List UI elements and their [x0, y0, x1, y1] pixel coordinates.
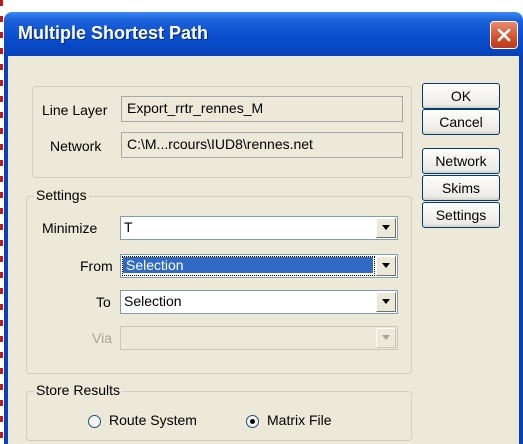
store-results-group-label: Store Results	[34, 382, 123, 398]
line-layer-value: Export_rrtr_rennes_M	[127, 100, 264, 116]
to-dropdown[interactable]: Selection	[120, 290, 398, 314]
network-value: C:\M...rcours\IUD8\rennes.net	[127, 136, 313, 152]
route-system-radio[interactable]	[88, 415, 101, 428]
from-label: From	[80, 258, 113, 274]
skims-button[interactable]: Skims	[422, 175, 500, 201]
close-button[interactable]	[490, 21, 518, 49]
minimize-label: Minimize	[42, 220, 98, 236]
network-button[interactable]: Network	[422, 148, 500, 174]
via-label: Via	[92, 330, 112, 346]
from-value: Selection	[123, 257, 373, 273]
background-edge	[0, 0, 3, 444]
route-system-label[interactable]: Route System	[109, 412, 197, 428]
chevron-down-icon	[382, 335, 390, 340]
minimize-dropdown[interactable]: T	[120, 216, 398, 240]
radio-selected-dot	[250, 419, 255, 424]
dialog-title: Multiple Shortest Path	[18, 23, 209, 43]
dialog-window: Multiple Shortest Path Line Layer Export…	[4, 12, 523, 444]
minimize-value: T	[124, 219, 133, 235]
matrix-file-radio[interactable]	[246, 415, 259, 428]
from-dropdown[interactable]: Selection	[120, 254, 398, 278]
chevron-down-icon	[382, 299, 390, 304]
ok-button[interactable]: OK	[422, 83, 500, 109]
close-icon	[497, 28, 511, 42]
chevron-down-icon	[382, 225, 390, 230]
matrix-file-label[interactable]: Matrix File	[267, 412, 332, 428]
to-dropdown-arrow[interactable]	[376, 292, 396, 312]
cancel-button[interactable]: Cancel	[422, 109, 500, 135]
store-results-group	[26, 391, 412, 441]
settings-button[interactable]: Settings	[422, 202, 500, 228]
via-dropdown-arrow	[376, 328, 396, 348]
to-label: To	[96, 294, 111, 310]
via-dropdown	[120, 326, 398, 350]
chevron-down-icon	[382, 263, 390, 268]
title-bar[interactable]: Multiple Shortest Path	[4, 12, 523, 56]
settings-group-label: Settings	[34, 187, 89, 203]
line-layer-label: Line Layer	[42, 102, 108, 118]
line-layer-field: Export_rrtr_rennes_M	[121, 96, 403, 122]
network-label: Network	[50, 138, 102, 154]
to-value: Selection	[124, 293, 182, 309]
minimize-dropdown-arrow[interactable]	[376, 218, 396, 238]
network-field: C:\M...rcours\IUD8\rennes.net	[121, 132, 403, 158]
dialog-body: Line Layer Export_rrtr_rennes_M Network …	[4, 56, 523, 444]
from-dropdown-arrow[interactable]	[376, 256, 396, 276]
